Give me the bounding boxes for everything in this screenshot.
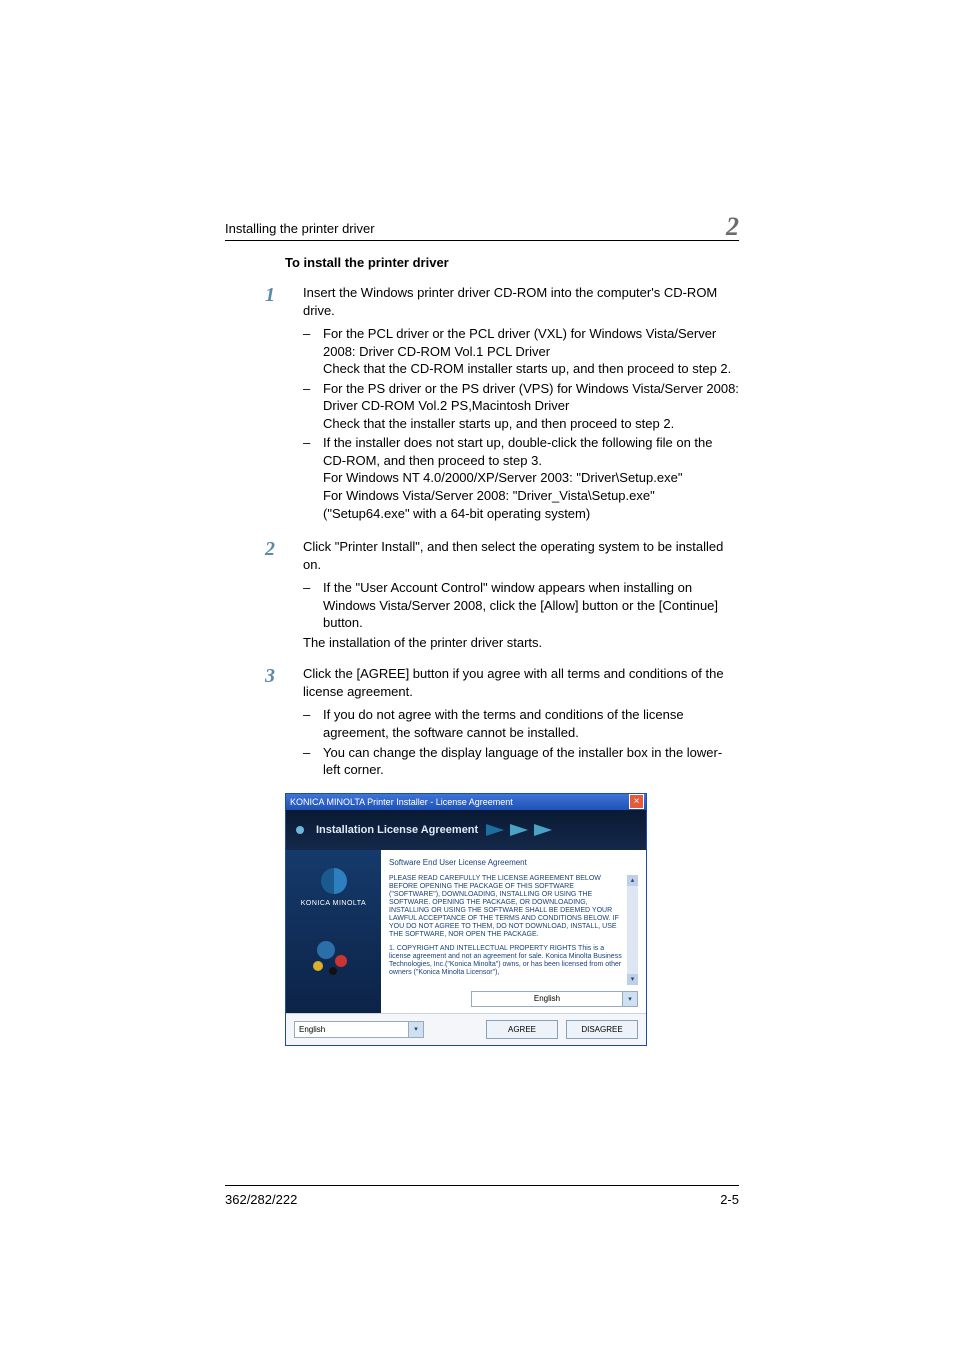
list-text: If you do not agree with the terms and c… — [323, 706, 739, 741]
step-number: 1 — [265, 284, 303, 524]
step-lead: Click "Printer Install", and then select… — [303, 538, 739, 573]
list-item: – If the installer does not start up, do… — [303, 434, 739, 522]
installer-language-value: English — [299, 1025, 325, 1034]
dialog-sidebar: KONICA MINOLTA — [286, 850, 381, 1013]
dash-icon: – — [303, 579, 323, 632]
list-text: For the PS driver or the PS driver (VPS)… — [323, 380, 739, 415]
step-1: 1 Insert the Windows printer driver CD-R… — [265, 284, 739, 524]
dash-icon: – — [303, 744, 323, 779]
step-lead: Insert the Windows printer driver CD-ROM… — [303, 284, 739, 319]
close-icon[interactable]: × — [629, 794, 644, 809]
dialog-titlebar[interactable]: KONICA MINOLTA Printer Installer - Licen… — [286, 794, 646, 810]
list-text: For the PCL driver or the PCL driver (VX… — [323, 325, 739, 360]
chevron-down-icon[interactable]: ▾ — [408, 1022, 423, 1037]
agree-button[interactable]: AGREE — [486, 1020, 558, 1039]
list-text: For Windows NT 4.0/2000/XP/Server 2003: … — [323, 469, 739, 487]
list-item: – If the "User Account Control" window a… — [303, 579, 739, 632]
list-item: – For the PS driver or the PS driver (VP… — [303, 380, 739, 433]
list-item: – For the PCL driver or the PCL driver (… — [303, 325, 739, 378]
list-item: – You can change the display language of… — [303, 744, 739, 779]
dash-icon: – — [303, 706, 323, 741]
footer-page: 2-5 — [720, 1192, 739, 1207]
list-text: For Windows Vista/Server 2008: "Driver_V… — [323, 487, 739, 522]
eula-language-select[interactable]: English — [471, 991, 623, 1007]
step-tail: The installation of the printer driver s… — [303, 634, 739, 652]
section-title: To install the printer driver — [285, 255, 739, 270]
bullet-icon — [296, 826, 304, 834]
list-text: You can change the display language of t… — [323, 744, 739, 779]
disagree-button[interactable]: DISAGREE — [566, 1020, 638, 1039]
step-2: 2 Click "Printer Install", and then sele… — [265, 538, 739, 657]
step-lead: Click the [AGREE] button if you agree wi… — [303, 665, 739, 700]
eula-textbox[interactable]: PLEASE READ CAREFULLY THE LICENSE AGREEM… — [389, 875, 638, 985]
eula-paragraph: PLEASE READ CAREFULLY THE LICENSE AGREEM… — [389, 875, 626, 939]
list-text: If the installer does not start up, doub… — [323, 434, 739, 469]
ink-splat-icon — [309, 941, 359, 981]
list-text: Check that the CD-ROM installer starts u… — [323, 360, 739, 378]
step-number: 2 — [265, 538, 303, 657]
installer-language-select[interactable]: English ▾ — [294, 1021, 424, 1038]
installer-dialog: KONICA MINOLTA Printer Installer - Licen… — [285, 793, 647, 1046]
konica-minolta-logo-icon — [321, 868, 347, 894]
dialog-title: KONICA MINOLTA Printer Installer - Licen… — [290, 797, 513, 807]
dash-icon: – — [303, 380, 323, 433]
running-title: Installing the printer driver — [225, 221, 375, 236]
chevron-down-icon[interactable]: ▾ — [623, 991, 638, 1007]
eula-paragraph: 1. COPYRIGHT AND INTELLECTUAL PROPERTY R… — [389, 945, 626, 977]
eula-language-value: English — [534, 994, 560, 1003]
dialog-banner: Installation License Agreement — [286, 810, 646, 850]
eula-heading: Software End User License Agreement — [389, 858, 638, 867]
chapter-number: 2 — [726, 214, 739, 240]
brand-text: KONICA MINOLTA — [301, 900, 366, 907]
step-number: 3 — [265, 665, 303, 780]
scrollbar[interactable]: ▴ ▾ — [627, 875, 638, 985]
dash-icon: – — [303, 434, 323, 522]
arrow-icon — [486, 824, 552, 836]
list-text: Check that the installer starts up, and … — [323, 415, 739, 433]
scroll-down-icon[interactable]: ▾ — [627, 974, 638, 985]
list-text: If the "User Account Control" window app… — [323, 579, 739, 632]
list-item: – If you do not agree with the terms and… — [303, 706, 739, 741]
scroll-up-icon[interactable]: ▴ — [627, 875, 638, 886]
dash-icon: – — [303, 325, 323, 378]
banner-title: Installation License Agreement — [316, 824, 478, 836]
footer-model: 362/282/222 — [225, 1192, 297, 1207]
step-3: 3 Click the [AGREE] button if you agree … — [265, 665, 739, 780]
